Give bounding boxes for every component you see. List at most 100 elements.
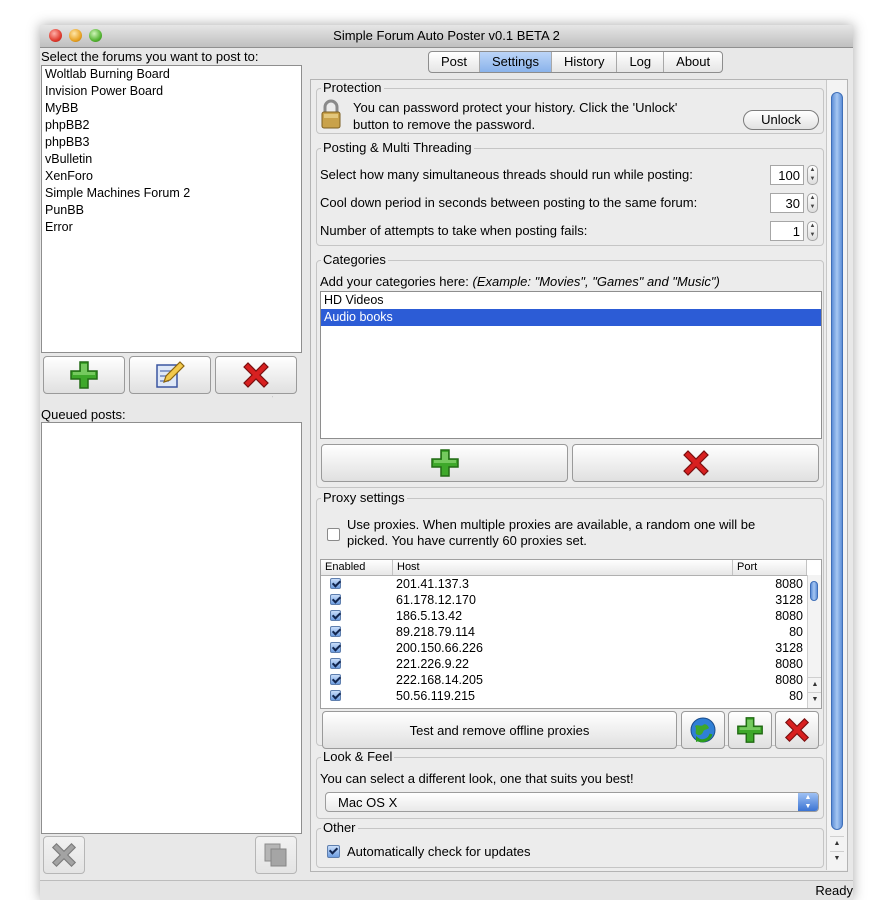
threads-stepper[interactable]: ▲ ▼ [807, 165, 818, 185]
proxy-row[interactable]: 222.168.14.205 8080 [321, 672, 807, 688]
test-proxies-label: Test and remove offline proxies [409, 722, 590, 738]
forum-item[interactable]: vBulletin [42, 151, 301, 168]
split-handle[interactable]: ˙ [272, 397, 278, 403]
proxy-enabled-checkbox[interactable] [330, 594, 341, 605]
column-enabled[interactable]: Enabled [321, 560, 393, 575]
remove-proxy-button[interactable] [775, 711, 819, 749]
proxy-enabled-checkbox[interactable] [330, 610, 341, 621]
proxy-row[interactable]: 201.41.137.3 8080 [321, 576, 807, 592]
categories-hint-prefix: Add your categories here: [320, 274, 473, 289]
edit-forum-button[interactable] [129, 356, 211, 394]
attempts-spinner[interactable]: 1 ▲ ▼ [770, 221, 818, 243]
queued-posts-list[interactable] [41, 422, 302, 834]
proxy-enabled-checkbox[interactable] [330, 690, 341, 701]
proxy-row[interactable]: 221.226.9.22 8080 [321, 656, 807, 672]
forum-item[interactable]: Woltlab Burning Board [42, 66, 301, 83]
column-host[interactable]: Host [393, 560, 733, 575]
x-icon [51, 842, 77, 868]
proxy-host: 200.150.66.226 [396, 641, 483, 655]
categories-hint-example: (Example: "Movies", "Games" and "Music") [472, 274, 720, 289]
plus-icon [737, 717, 763, 743]
settings-scroll-thumb[interactable] [831, 92, 843, 830]
minimize-window-button[interactable] [69, 29, 82, 42]
main-tabs: Post Settings History Log About [428, 51, 724, 73]
protection-title: Protection [321, 80, 384, 96]
proxy-enabled-checkbox[interactable] [330, 642, 341, 653]
settings-scroll-up[interactable]: ▲ [830, 836, 844, 851]
proxy-scroll-thumb[interactable] [810, 581, 818, 601]
proxy-row[interactable]: 200.150.66.226 3128 [321, 640, 807, 656]
remove-category-button[interactable] [572, 444, 819, 482]
proxy-enabled-checkbox[interactable] [330, 658, 341, 669]
close-window-button[interactable] [49, 29, 62, 42]
tab-settings[interactable]: Settings [480, 52, 552, 72]
duplicate-queued-button[interactable] [255, 836, 297, 874]
forum-item[interactable]: MyBB [42, 100, 301, 117]
use-proxies-checkbox[interactable] [327, 528, 340, 541]
look-feel-title: Look & Feel [321, 749, 395, 765]
category-item[interactable]: Audio books [321, 309, 821, 326]
test-proxies-button[interactable]: Test and remove offline proxies [322, 711, 677, 749]
add-forum-button[interactable] [43, 356, 125, 394]
settings-scroll-down[interactable]: ▼ [830, 851, 844, 866]
category-item[interactable]: HD Videos [321, 292, 821, 309]
settings-scrollbar[interactable]: ▲ ▼ [826, 80, 847, 870]
forum-item[interactable]: XenForo [42, 168, 301, 185]
proxy-port: 80 [789, 625, 803, 639]
forum-item[interactable]: phpBB3 [42, 134, 301, 151]
refresh-proxies-button[interactable] [681, 711, 725, 749]
zoom-window-button[interactable] [89, 29, 102, 42]
forum-item[interactable]: Invision Power Board [42, 83, 301, 100]
status-text: Ready [815, 883, 853, 898]
proxy-row[interactable]: 186.5.13.42 8080 [321, 608, 807, 624]
cooldown-spinner[interactable]: 30 ▲ ▼ [770, 193, 818, 215]
proxy-row[interactable]: 61.178.12.170 3128 [321, 592, 807, 608]
proxy-port: 3128 [775, 641, 803, 655]
title-bar[interactable]: Simple Forum Auto Poster v0.1 BETA 2 [40, 25, 853, 48]
forum-item[interactable]: Simple Machines Forum 2 [42, 185, 301, 202]
add-category-button[interactable] [321, 444, 568, 482]
forum-item[interactable]: Error [42, 219, 301, 236]
proxy-table-scrollbar[interactable]: ▲ ▼ [807, 575, 821, 708]
proxy-enabled-checkbox[interactable] [330, 674, 341, 685]
use-proxies-line2: picked. You have currently 60 proxies se… [347, 533, 587, 548]
look-feel-select[interactable]: Mac OS X ▲ ▼ [325, 792, 819, 812]
proxy-row[interactable]: 89.218.79.114 80 [321, 624, 807, 640]
cooldown-stepper[interactable]: ▲ ▼ [807, 193, 818, 213]
proxy-enabled-checkbox[interactable] [330, 626, 341, 637]
tab-history[interactable]: History [552, 52, 618, 72]
proxy-scroll-down[interactable]: ▼ [808, 692, 821, 707]
categories-list[interactable]: HD Videos Audio books [320, 291, 822, 439]
plus-icon [430, 449, 459, 477]
tab-about[interactable]: About [664, 52, 722, 72]
status-bar: Ready [40, 880, 853, 900]
remove-queued-button[interactable] [43, 836, 85, 874]
proxy-row[interactable]: 50.56.119.215 80 [321, 688, 807, 704]
proxy-scroll-up[interactable]: ▲ [808, 677, 821, 692]
threads-spinner[interactable]: 100 ▲ ▼ [770, 165, 818, 187]
cooldown-field[interactable]: 30 [770, 193, 804, 213]
forum-item[interactable]: phpBB2 [42, 117, 301, 134]
proxy-host: 61.178.12.170 [396, 593, 476, 607]
tab-log[interactable]: Log [617, 52, 665, 72]
forums-list[interactable]: Woltlab Burning Board Invision Power Boar… [41, 65, 302, 353]
unlock-button[interactable]: Unlock [743, 110, 819, 130]
x-icon [682, 450, 709, 476]
auto-update-checkbox[interactable] [327, 845, 340, 858]
attempts-stepper[interactable]: ▲ ▼ [807, 221, 818, 241]
column-port[interactable]: Port [733, 560, 807, 575]
add-proxy-button[interactable] [728, 711, 772, 749]
proxy-title: Proxy settings [321, 490, 407, 506]
auto-update-label: Automatically check for updates [347, 844, 531, 859]
globe-refresh-icon [690, 717, 716, 743]
attempts-field[interactable]: 1 [770, 221, 804, 241]
proxy-group: Proxy settings Use proxies. When multipl… [316, 490, 824, 749]
threads-field[interactable]: 100 [770, 165, 804, 185]
look-feel-dropdown-arrow[interactable]: ▲ ▼ [798, 793, 818, 811]
tab-post[interactable]: Post [429, 52, 481, 72]
proxy-enabled-checkbox[interactable] [330, 578, 341, 589]
remove-forum-button[interactable] [215, 356, 297, 394]
proxy-table[interactable]: Enabled Host Port 201.41.137.3 8080 61.178… [320, 559, 822, 709]
forum-item[interactable]: PunBB [42, 202, 301, 219]
edit-icon [156, 361, 185, 388]
